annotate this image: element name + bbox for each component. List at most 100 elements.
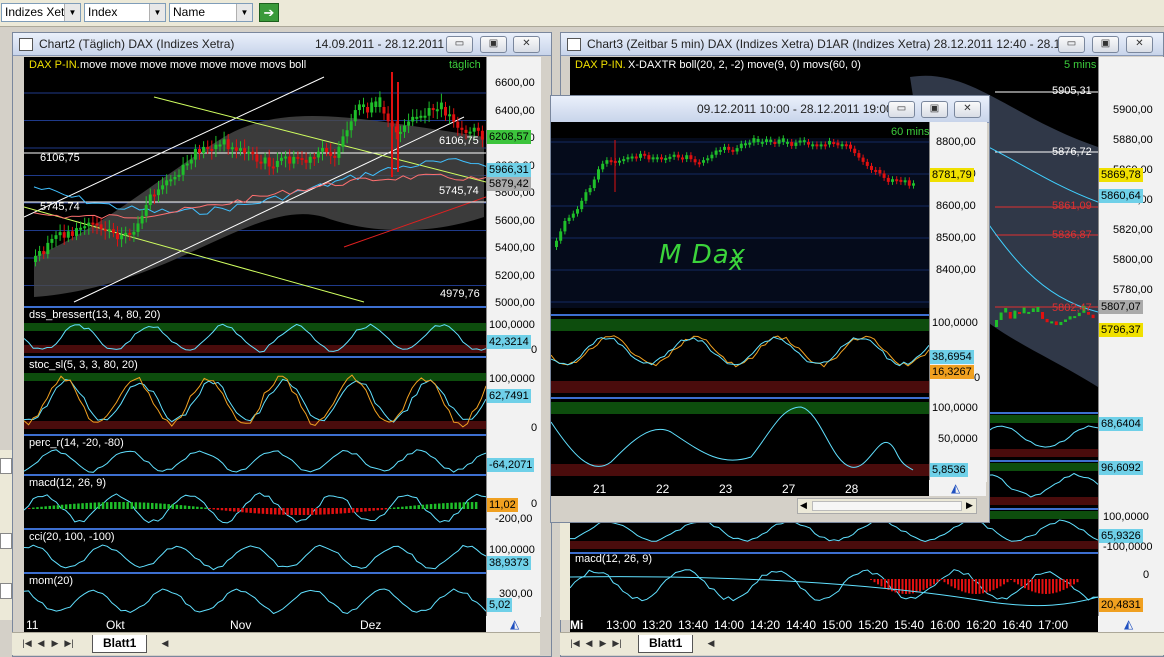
histogram-bar: [1038, 579, 1040, 594]
candle-body: [66, 231, 70, 238]
histogram-bar: [877, 579, 879, 585]
last-sheet-icon[interactable]: ▶|: [64, 637, 74, 649]
minimize-button[interactable]: ▭: [446, 36, 473, 53]
price-box: 5879,42: [487, 177, 531, 191]
histogram-bar: [933, 579, 935, 585]
candle-body: [210, 148, 214, 151]
sheet-tab[interactable]: Blatt1: [638, 635, 694, 653]
candle-body: [267, 157, 271, 167]
histogram-bar: [175, 504, 179, 509]
minimize-button[interactable]: ▭: [1058, 36, 1085, 53]
chevron-down-icon[interactable]: ▼: [149, 4, 165, 21]
chart2-plot-area[interactable]: DAX P-IN. move move move move move move …: [24, 57, 486, 617]
candle-body: [480, 130, 484, 140]
candle-body: [411, 116, 415, 122]
close-button[interactable]: ✕: [954, 101, 981, 118]
histogram-bar: [179, 505, 183, 509]
histogram-bar: [438, 503, 441, 509]
chart2-titlebar[interactable]: Chart2 (Täglich) DAX (Indizes Xetra) 14.…: [13, 33, 551, 56]
maximize-button[interactable]: ▣: [921, 101, 948, 118]
maximize-button[interactable]: ▣: [480, 36, 507, 53]
arrow-right-icon[interactable]: ➔: [259, 3, 279, 22]
close-button[interactable]: ✕: [1126, 36, 1153, 53]
histogram-bar: [351, 508, 355, 513]
candle-body: [316, 151, 320, 158]
candle-body: [802, 140, 806, 143]
low-label: 4979,76: [440, 288, 480, 300]
minimize-button[interactable]: ▭: [888, 101, 915, 118]
scale-tick: 100,0000: [1103, 511, 1149, 523]
histogram-bar: [950, 579, 953, 587]
candle-body: [555, 240, 558, 247]
histogram-bar: [1048, 579, 1051, 594]
indicator-line: [24, 492, 486, 524]
histogram-bar: [971, 579, 974, 594]
drawing-tool-icon[interactable]: ◭: [951, 481, 960, 495]
candle-body: [899, 179, 903, 182]
candle-body: [823, 144, 827, 147]
first-sheet-icon[interactable]: |◀: [22, 637, 32, 649]
histogram-bar: [237, 508, 240, 512]
histogram-bar: [380, 508, 384, 510]
scroll-right-icon[interactable]: ▶: [966, 500, 973, 511]
last-sheet-icon[interactable]: ▶|: [612, 637, 622, 649]
exchange-select[interactable]: Indizes Xetra ▼: [1, 3, 81, 22]
popup-titlebar[interactable]: 09.12.2011 10:00 - 28.12.2011 19:00 ▭ ▣ …: [551, 96, 989, 123]
panel-toggle-icon[interactable]: [0, 533, 12, 549]
maximize-button[interactable]: ▣: [1092, 36, 1119, 53]
candle-body: [452, 114, 456, 122]
drawing-tool-icon[interactable]: ◭: [510, 617, 519, 631]
horizontal-scrollbar[interactable]: ◀ ▶: [797, 498, 977, 514]
candle-body: [760, 141, 764, 144]
popup-price-scale[interactable]: 8800,008700,008600,008500,008400,00 8781…: [929, 122, 987, 482]
candle-body: [58, 232, 62, 236]
prev-sheet-icon[interactable]: ◀: [584, 637, 594, 649]
histogram-bar: [474, 502, 478, 509]
chart-window-icon: [567, 38, 581, 51]
sort-select[interactable]: Name ▼: [169, 3, 253, 22]
indicator-line: [551, 335, 929, 368]
histogram-bar: [368, 508, 371, 512]
chevron-down-icon[interactable]: ▼: [64, 4, 80, 21]
sheet-tab[interactable]: Blatt1: [92, 635, 148, 653]
close-button[interactable]: ✕: [513, 36, 540, 53]
next-sheet-icon[interactable]: ▶: [598, 637, 608, 649]
first-sheet-icon[interactable]: |◀: [570, 637, 580, 649]
candle-body: [660, 157, 663, 160]
candle-body: [111, 229, 115, 233]
scale-tick: 5000,00: [495, 297, 535, 309]
oversold-zone: [551, 381, 929, 393]
panel-toggle-icon[interactable]: [0, 458, 12, 474]
drawing-tool-icon[interactable]: ◭: [1124, 617, 1133, 631]
chart3-price-scale[interactable]: 5900,005880,005860,005840,005820,005800,…: [1098, 57, 1164, 617]
scale-tick: 6600,00: [495, 77, 535, 89]
candle-body: [714, 150, 718, 155]
histogram-bar: [171, 504, 174, 509]
oversold-zone: [570, 541, 1098, 549]
chart2-price-scale[interactable]: 6600,006400,006200,006000,005800,005600,…: [486, 57, 541, 617]
prev-sheet-icon[interactable]: ◀: [36, 637, 46, 649]
histogram-bar: [163, 503, 166, 509]
bollinger-band: [34, 116, 484, 297]
level-label: 5836,87: [1052, 229, 1092, 241]
chevron-down-icon[interactable]: ▼: [236, 4, 252, 21]
candle-body: [1022, 307, 1026, 314]
histogram-bar: [454, 502, 457, 509]
popup-plot-area[interactable]: 60 mins M Dax x: [551, 122, 929, 482]
candle-body: [731, 149, 735, 152]
scroll-left-icon[interactable]: ◀: [800, 500, 807, 511]
price-box: 5869,78: [1099, 168, 1143, 182]
type-select[interactable]: Index ▼: [84, 3, 166, 22]
scroll-left-icon[interactable]: ◀: [706, 637, 716, 649]
candle-body: [70, 231, 74, 236]
scroll-left-icon[interactable]: ◀: [160, 637, 170, 649]
time-label: Okt: [106, 618, 125, 632]
chart3-titlebar[interactable]: Chart3 (Zeitbar 5 min) DAX (Indizes Xetr…: [561, 33, 1163, 56]
candle-body: [275, 160, 279, 167]
scrollbar-thumb[interactable]: [812, 501, 962, 511]
scale-tick: 5800,00: [1113, 254, 1153, 266]
histogram-bar: [155, 503, 158, 509]
next-sheet-icon[interactable]: ▶: [50, 637, 60, 649]
panel-toggle-icon[interactable]: [0, 583, 12, 599]
candle-body: [576, 209, 579, 214]
